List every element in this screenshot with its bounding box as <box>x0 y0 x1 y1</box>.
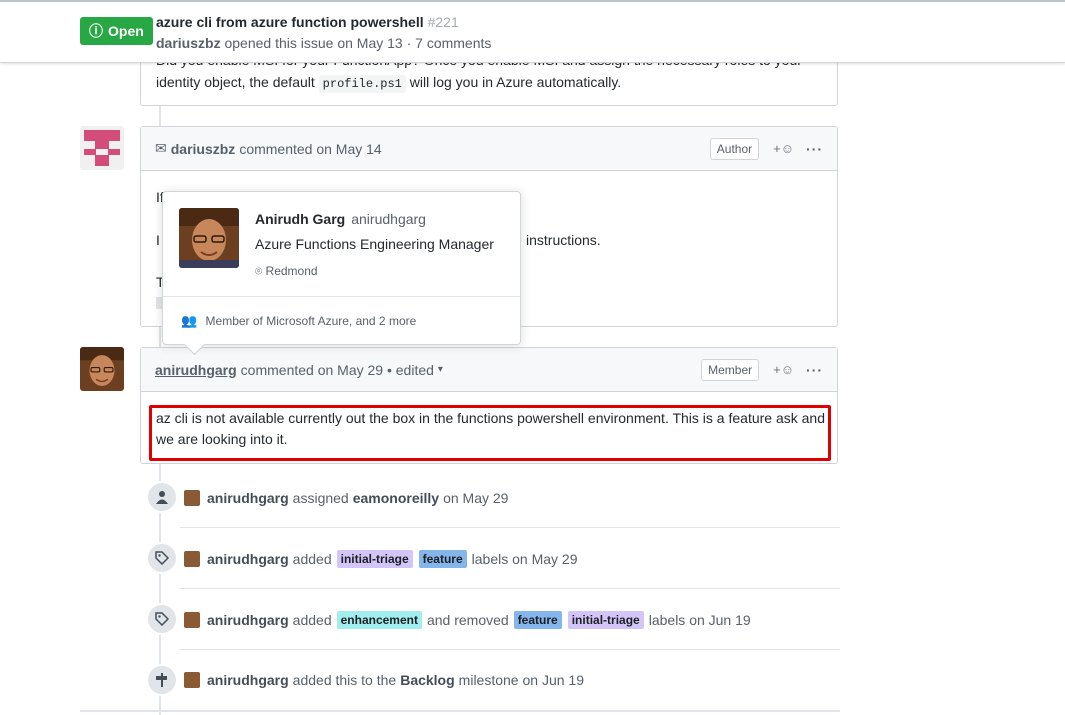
mini-avatar[interactable] <box>184 551 200 567</box>
more-options-icon[interactable]: ··· <box>806 362 823 378</box>
issue-state-badge: ⓘ Open <box>80 17 153 45</box>
person-photo <box>80 347 124 391</box>
highlight-annotation <box>149 405 831 461</box>
comment-author-link[interactable]: dariuszbz <box>171 141 236 157</box>
label-enhancement[interactable]: enhancement <box>336 611 422 629</box>
hovercard-name-row: Anirudh Garg anirudhgarg <box>255 211 426 227</box>
add-reaction-icon[interactable]: +☺ <box>773 141 794 156</box>
hovercard-fullname[interactable]: Anirudh Garg <box>255 211 345 227</box>
event-actor[interactable]: anirudhgarg <box>207 490 289 506</box>
mini-avatar[interactable] <box>184 672 200 688</box>
timeline-event-body: anirudhgarg added enhancement and remove… <box>184 611 751 629</box>
timeline-bottom-border <box>80 710 840 712</box>
timeline-separator <box>180 527 840 528</box>
author-badge: Author <box>709 137 760 160</box>
mini-avatar[interactable] <box>184 490 200 506</box>
user-hovercard: Anirudh Garg anirudhgarg Azure Functions … <box>162 191 521 356</box>
hovercard-avatar[interactable] <box>179 208 239 268</box>
people-icon: 👥 <box>181 313 198 328</box>
hovercard-membership[interactable]: 👥 Member of Microsoft Azure, and 2 more <box>181 313 416 329</box>
add-reaction-icon[interactable]: +☺ <box>773 362 794 377</box>
milestone-icon <box>146 664 178 696</box>
timeline-event-body: anirudhgarg added this to the Backlog mi… <box>184 672 584 688</box>
email-icon: ✉ <box>155 140 167 156</box>
issue-sticky-header: ⓘ Open azure cli from azure function pow… <box>0 0 1065 63</box>
timeline-event-assigned: anirudhgarg assigned eamonoreilly on May… <box>140 468 840 528</box>
assignee-link[interactable]: eamonoreilly <box>353 490 439 506</box>
event-actor[interactable]: anirudhgarg <box>207 551 289 567</box>
member-badge: Member <box>701 358 760 381</box>
hovercard-login[interactable]: anirudhgarg <box>351 211 426 227</box>
label-feature[interactable]: feature <box>418 550 467 568</box>
issue-meta: dariuszbz opened this issue on May 13 · … <box>156 35 492 51</box>
issue-number: #221 <box>427 14 459 30</box>
tag-icon <box>146 542 178 574</box>
identicon <box>80 126 124 170</box>
caret-down-icon[interactable]: ▾ <box>438 364 443 375</box>
person-icon <box>146 481 178 513</box>
timeline-event-body: anirudhgarg assigned eamonoreilly on May… <box>184 490 508 506</box>
comment-text-fragment: I <box>156 232 160 248</box>
issue-opened-icon: ⓘ <box>89 23 103 39</box>
event-actor[interactable]: anirudhgarg <box>207 672 289 688</box>
label-feature[interactable]: feature <box>513 611 562 629</box>
comment-body-line: identity object, the default profile.ps1… <box>156 74 622 93</box>
milestone-link[interactable]: Backlog <box>400 672 454 688</box>
hovercard-bio: Azure Functions Engineering Manager <box>255 236 494 252</box>
issue-title[interactable]: azure cli from azure function powershell… <box>156 14 459 30</box>
avatar-anirudhgarg[interactable] <box>80 347 124 391</box>
timeline-line <box>159 106 161 126</box>
comment-header: anirudhgarg commented on May 29 • edited… <box>141 348 837 392</box>
timeline-line <box>159 327 161 347</box>
comment-header: ✉ dariuszbz commented on May 14 Author +… <box>141 127 837 171</box>
top-border <box>0 0 1065 2</box>
person-photo <box>179 208 239 268</box>
code-snippet: profile.ps1 <box>318 75 406 93</box>
comment-author-link[interactable]: anirudhgarg <box>155 362 237 378</box>
avatar-dariuszbz[interactable] <box>80 126 124 170</box>
timeline-event-relabeled: anirudhgarg added enhancement and remove… <box>140 590 840 650</box>
location-icon: ⌾ <box>255 264 263 278</box>
more-options-icon[interactable]: ··· <box>806 141 823 157</box>
hovercard-location: ⌾ Redmond <box>255 264 318 278</box>
timeline-event-milestoned: anirudhgarg added this to the Backlog mi… <box>140 651 840 711</box>
event-actor[interactable]: anirudhgarg <box>207 612 289 628</box>
timeline-event-labeled: anirudhgarg added initial-triage feature… <box>140 529 840 589</box>
tag-icon <box>146 603 178 635</box>
comment-text-fragment: instructions. <box>526 232 601 248</box>
hovercard-divider <box>163 296 520 297</box>
comment-action[interactable]: commented on May 29 • edited <box>241 362 434 378</box>
label-initial-triage[interactable]: initial-triage <box>567 611 644 629</box>
timeline-separator <box>180 649 840 650</box>
mini-avatar[interactable] <box>184 612 200 628</box>
label-initial-triage[interactable]: initial-triage <box>336 550 413 568</box>
timeline-separator <box>180 588 840 589</box>
timeline-event-body: anirudhgarg added initial-triage feature… <box>184 550 577 568</box>
comment-action[interactable]: commented on May 14 <box>239 141 381 157</box>
issue-author-link[interactable]: dariuszbz <box>156 35 221 51</box>
